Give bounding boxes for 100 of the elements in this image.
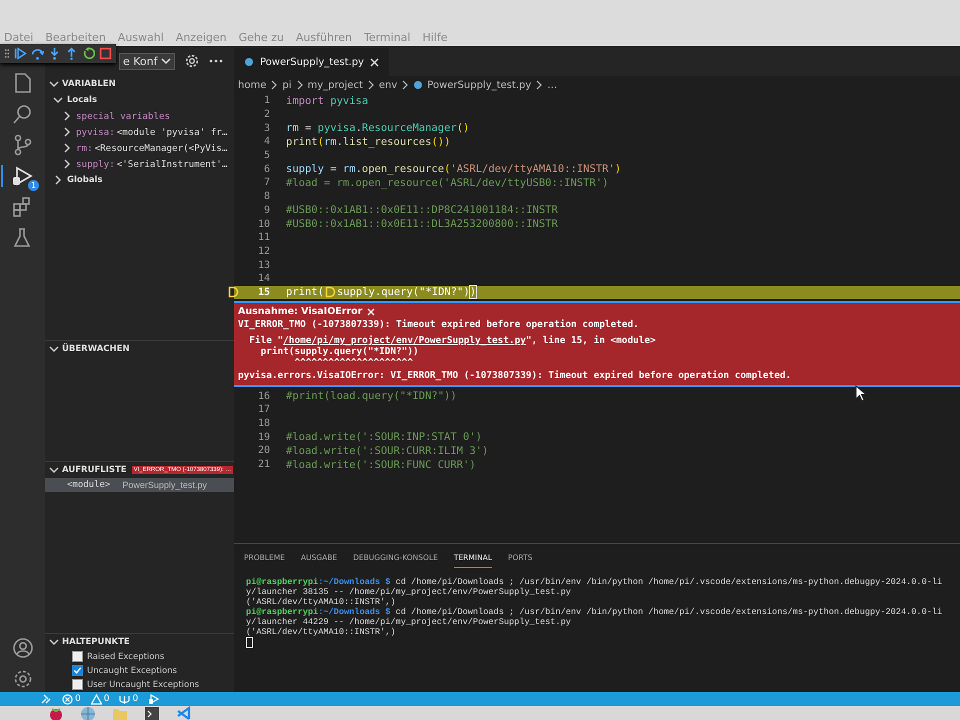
- run-configuration-dropdown[interactable]: e Konf: [119, 52, 175, 70]
- chevron-icon[interactable]: [62, 159, 72, 169]
- close-icon[interactable]: [370, 58, 379, 66]
- frame-file: PowerSupply_test.py: [122, 480, 207, 490]
- exception-message: pyvisa.errors.VisaIOError: VI_ERROR_TMO (-1073807339): Timeout expired before operation completed.: [238, 370, 792, 382]
- stop-icon[interactable]: [99, 47, 112, 60]
- chevron-icon[interactable]: [49, 79, 59, 89]
- traceback-line: ^^^^^^^^^^^^^^^^^^^^^: [293, 357, 414, 368]
- breakpoint-label: Uncaught Exceptions: [87, 666, 177, 676]
- breadcrumb-item[interactable]: pi: [282, 80, 292, 90]
- code-token: (): [456, 122, 470, 134]
- code-token: rm: [324, 136, 337, 148]
- variable-name[interactable]: pyvisa:: [76, 126, 115, 138]
- chevron-icon: [270, 80, 278, 90]
- python-file-icon: [413, 80, 424, 90]
- notification-badge: 1: [28, 180, 39, 191]
- remote-icon[interactable]: [40, 693, 52, 705]
- line-number: 6: [264, 164, 270, 175]
- step-out-icon[interactable]: [65, 47, 78, 60]
- line-number: 21: [258, 459, 270, 470]
- mouse-pointer-icon: [855, 385, 867, 402]
- line-number: 8: [264, 191, 270, 202]
- chevron-icon[interactable]: [49, 636, 59, 647]
- code-token: =: [304, 122, 312, 134]
- breakpoint-label: User Uncaught Exceptions: [87, 680, 200, 690]
- chevron-icon[interactable]: [62, 127, 72, 137]
- checkmark-icon: [73, 666, 82, 676]
- step-into-icon[interactable]: [48, 47, 61, 60]
- terminal-cursor: [246, 637, 253, 648]
- code-token: list_resources: [342, 136, 432, 148]
- line-number: 10: [258, 218, 270, 230]
- account-icon[interactable]: [10, 637, 34, 659]
- settings-icon[interactable]: [184, 54, 199, 68]
- section-title[interactable]: HALTEPUNKTE: [62, 636, 130, 647]
- current-statement-icon: [228, 286, 239, 298]
- code-token: print: [286, 136, 318, 148]
- chevron-icon[interactable]: [62, 111, 72, 121]
- section-title[interactable]: AUFRUFLISTE: [62, 464, 127, 475]
- line-number: 16: [258, 390, 270, 402]
- file-link[interactable]: /home/pi/my_project/env/PowerSupply_test.py: [283, 335, 526, 346]
- python-file-icon: [244, 57, 254, 67]
- breadcrumb-item[interactable]: …: [547, 80, 558, 90]
- checkbox[interactable]: [72, 679, 83, 690]
- globe-icon[interactable]: [80, 706, 96, 720]
- code-token: print(: [286, 286, 324, 298]
- breakpoint-position-icon: [324, 286, 336, 298]
- code-token: ): [470, 286, 476, 298]
- line-number: 20: [258, 445, 270, 456]
- code-token: #load.write(':SOUR:INP:STAT 0'): [286, 431, 482, 444]
- line-number: 7: [264, 177, 270, 188]
- prompt-path: :~/Downloads $: [318, 607, 390, 617]
- more-icon[interactable]: [208, 58, 223, 64]
- chevron-icon: [535, 80, 544, 90]
- checkbox[interactable]: [72, 651, 83, 662]
- code-editor-icon[interactable]: [176, 706, 192, 720]
- error-icon: [62, 694, 73, 704]
- code-token: #load.write(':SOUR:CURR:ILIM 3'): [286, 444, 488, 457]
- chevron-icon[interactable]: [49, 464, 59, 475]
- chevron-icon[interactable]: [49, 344, 59, 354]
- breadcrumb-item[interactable]: home: [238, 80, 266, 90]
- prompt-user: pi@raspberrypi: [246, 607, 318, 617]
- chevron-icon[interactable]: [53, 175, 63, 185]
- terminal-icon[interactable]: [144, 706, 160, 720]
- breadcrumb-item[interactable]: env: [378, 80, 398, 90]
- code-token: 'ASRL/dev/ttyAMA10::INSTR': [450, 163, 615, 176]
- section-title[interactable]: VARIABLEN: [62, 79, 116, 89]
- chevron-icon[interactable]: [62, 143, 72, 153]
- step-over-icon[interactable]: [31, 47, 44, 60]
- breadcrumb-item[interactable]: my_project: [308, 80, 363, 90]
- variable-name[interactable]: supply:: [76, 158, 115, 170]
- variable-name[interactable]: special variables: [76, 110, 170, 122]
- breadcrumb-item[interactable]: PowerSupply_test.py: [427, 80, 532, 90]
- code-token: import: [286, 94, 325, 107]
- terminal-output: ('ASRL/dev/ttyAMA10::INSTR',): [246, 627, 396, 637]
- exception-title: Ausnahme: VisaIOError: [238, 306, 362, 318]
- scope-label[interactable]: Globals: [67, 175, 103, 185]
- breakpoint-label: Raised Exceptions: [87, 652, 164, 662]
- line-number: 18: [258, 418, 270, 430]
- section-title[interactable]: ÜBERWACHEN: [62, 344, 130, 354]
- editor-tab[interactable]: PowerSupply_test.py: [234, 48, 389, 76]
- continue-icon[interactable]: [14, 47, 27, 60]
- code-token: rm: [286, 122, 299, 134]
- prompt-user: pi@raspberrypi: [246, 577, 318, 587]
- run-debug-icon[interactable]: [11, 165, 35, 187]
- scope-label[interactable]: Locals: [67, 95, 98, 105]
- grip-icon[interactable]: [4, 47, 10, 60]
- code-token: #USB0::0x1AB1::0x0E11::DP8C241001184::INSTR: [286, 204, 558, 216]
- terminal-output: y/launcher 38135 -- /home/pi/my_project/env/PowerSupply_test.py: [246, 587, 571, 597]
- restart-icon[interactable]: [82, 47, 95, 60]
- chevron-icon[interactable]: [53, 95, 63, 105]
- prompt-path: :~/Downloads $: [318, 577, 390, 587]
- raspberry-icon[interactable]: [48, 706, 64, 720]
- checkbox[interactable]: [72, 665, 83, 676]
- line-number: 3: [264, 122, 270, 134]
- variable-name[interactable]: rm:: [76, 142, 93, 154]
- call-stack-frame[interactable]: <module> PowerSupply_test.py: [45, 478, 234, 492]
- line-number: 19: [258, 432, 270, 443]
- code-token: supply.query("*IDN?"): [336, 286, 470, 298]
- code-token: (: [318, 136, 324, 148]
- frame-name: <module>: [67, 480, 110, 490]
